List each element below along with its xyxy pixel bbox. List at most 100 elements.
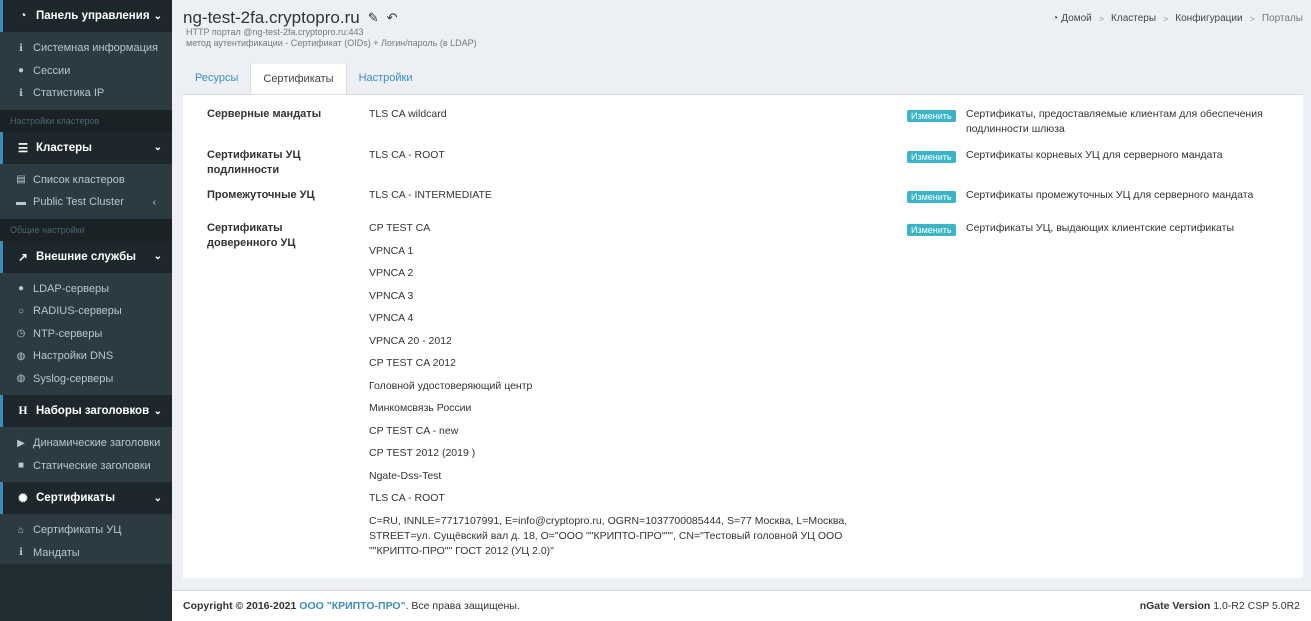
circle-notch-icon: ○ — [17, 305, 25, 317]
info-icon: ℹ — [19, 547, 23, 559]
row-description: Сертификаты УЦ, выдающих клиентские серт… — [966, 222, 1234, 234]
sidebar-item-system-info[interactable]: ℹ Системная информация — [0, 37, 172, 60]
subtitle-auth-method: метод аутентификации - Сертификат (OIDs)… — [186, 38, 477, 48]
certificate-value: TLS CA wildcard — [369, 108, 447, 120]
external-link-icon: ↗ — [18, 251, 28, 264]
sidebar-item-mandates[interactable]: ℹ Мандаты — [0, 541, 172, 564]
chevron-down-icon: ⌄ — [153, 405, 162, 417]
server-icon: ▬ — [16, 196, 26, 208]
certificate-value: VPNCA 4 — [369, 312, 414, 324]
row-description: Сертификаты, предоставляемые клиентам дл… — [966, 108, 1263, 135]
list-icon: ▤ — [16, 174, 26, 186]
row-label: Сертификаты доверенного УЦ — [207, 222, 296, 249]
chevron-down-icon: ⌄ — [153, 251, 162, 262]
footer-version: nGate Version 1.0-R2 CSP 5.0R2 — [1140, 600, 1300, 612]
sidebar-item-label: Syslog-серверы — [33, 372, 114, 385]
row-description: Сертификаты корневых УЦ для серверного м… — [966, 149, 1223, 161]
stop-icon: ■ — [17, 460, 25, 472]
certificate-value: VPNCA 2 — [369, 267, 414, 279]
sidebar-item-label: LDAP-серверы — [33, 282, 109, 295]
sidebar-group-label: Кластеры — [36, 141, 92, 154]
edit-button[interactable]: Изменить — [907, 151, 956, 163]
certificate-icon: ✺ — [18, 493, 28, 505]
user-icon: ● — [17, 65, 25, 77]
sidebar-group-certificates[interactable]: ✺ Сертификаты ⌄ — [0, 482, 172, 514]
info-icon: ℹ — [19, 42, 23, 54]
tab-certificates[interactable]: Сертификаты — [250, 62, 347, 94]
copyright-text: Copyright © 2016-2021 — [183, 600, 297, 612]
sidebar-item-ca-certificates[interactable]: ⌂ Сертификаты УЦ — [0, 519, 172, 542]
row-value: CP TEST CA VPNCA 1 VPNCA 2 VPNCA 3 VPNCA… — [369, 221, 859, 559]
breadcrumb-separator: > — [1249, 13, 1255, 24]
sidebar-item-ldap[interactable]: ● LDAP-серверы — [0, 277, 172, 300]
row-value: TLS CA - INTERMEDIATE — [369, 188, 859, 203]
edit-button[interactable]: Изменить — [907, 110, 956, 122]
row-label: Серверные мандаты — [207, 108, 322, 120]
sidebar-group-label: Панель управления — [36, 10, 150, 22]
sidebar-group-dashboard[interactable]: ◔ Панель управления ⌄ — [0, 0, 172, 32]
row-label: Сертификаты УЦ подлинности — [207, 149, 301, 176]
breadcrumb: ◔ Домой > Кластеры > Конфигурации > Порт… — [1052, 13, 1303, 24]
dashboard-icon: ◔ — [19, 10, 27, 22]
sidebar-item-label: Сертификаты УЦ — [33, 524, 122, 537]
pencil-icon[interactable]: ✎ — [368, 10, 379, 26]
sidebar-item-label: Мандаты — [33, 546, 80, 559]
sidebar-item-radius[interactable]: ○ RADIUS-серверы — [0, 300, 172, 323]
certificate-value: TLS CA - ROOT — [369, 492, 445, 504]
edit-button[interactable]: Изменить — [907, 191, 956, 203]
certificate-value: TLS CA - INTERMEDIATE — [369, 189, 492, 201]
breadcrumb-separator: > — [1098, 13, 1105, 24]
sidebar-item-syslog[interactable]: ◍ Syslog-серверы — [0, 367, 172, 390]
main-content: ng-test-2fa.cryptopro.ru ✎ ↶ HTTP портал… — [172, 0, 1311, 590]
globe-icon: ◍ — [16, 350, 26, 362]
sidebar-item-label: Сессии — [33, 64, 71, 77]
sidebar-item-label: Настройки DNS — [33, 350, 114, 363]
tab-settings[interactable]: Настройки — [347, 62, 425, 94]
sidebar-item-cluster-list[interactable]: ▤ Список кластеров — [0, 168, 172, 191]
sidebar-item-sessions[interactable]: ● Сессии — [0, 59, 172, 82]
certificate-value: Ngate-Dss-Test — [369, 469, 442, 482]
tab-resources[interactable]: Ресурсы — [183, 62, 250, 94]
sidebar-group-header-sets[interactable]: H Наборы заголовков ⌄ — [0, 395, 172, 427]
sidebar: ◔ Панель управления ⌄ ℹ Системная информ… — [0, 0, 172, 621]
sidebar-item-label: Статические заголовки — [33, 459, 151, 472]
breadcrumb-configurations[interactable]: Конфигурации — [1175, 13, 1242, 24]
sidebar-item-dns[interactable]: ◍ Настройки DNS — [0, 345, 172, 368]
certificate-value: Головной удостоверяющий центр — [369, 379, 533, 392]
sidebar-section-header: Общие настройки — [0, 218, 172, 241]
edit-button[interactable]: Изменить — [907, 224, 956, 236]
sidebar-item-ntp[interactable]: ◷ NTP-серверы — [0, 322, 172, 345]
globe-icon: ◍ — [16, 373, 26, 385]
header-icon: H — [18, 405, 28, 417]
subtitle-portal: HTTP портал @ng-test-2fa.cryptopro.ru:44… — [186, 27, 364, 37]
row-value: TLS CA wildcard — [369, 107, 859, 122]
info-icon: ℹ — [19, 87, 23, 99]
sidebar-item-label: Статистика IP — [33, 87, 105, 100]
sidebar-item-ip-stats[interactable]: ℹ Статистика IP — [0, 82, 172, 105]
certificate-value: TLS CA - ROOT — [369, 149, 445, 161]
breadcrumb-clusters[interactable]: Кластеры — [1111, 13, 1156, 24]
sidebar-item-static-headers[interactable]: ■ Статические заголовки — [0, 454, 172, 477]
sidebar-item-label: Public Test Cluster — [33, 196, 124, 209]
undo-icon[interactable]: ↶ — [387, 10, 398, 26]
clock-icon: ◷ — [16, 328, 26, 340]
sidebar-item-public-test-cluster[interactable]: ▬ Public Test Cluster ‹ — [0, 191, 172, 214]
database-icon: ☰ — [17, 142, 29, 155]
certificates-panel: Серверные мандаты TLS CA wildcard Измени… — [183, 94, 1303, 578]
sidebar-group-label: Сертификаты — [36, 492, 116, 504]
sidebar-group-external-services[interactable]: ↗ Внешние службы ⌄ — [0, 240, 172, 273]
row-label: Промежуточные УЦ — [207, 189, 315, 201]
version-label: nGate Version — [1139, 600, 1211, 612]
breadcrumb-separator: > — [1163, 13, 1169, 24]
certificate-value: Минкомсвязь России — [369, 402, 472, 414]
sidebar-group-clusters[interactable]: ☰ Кластеры ⌄ — [0, 131, 172, 164]
breadcrumb-home[interactable]: Домой — [1061, 13, 1091, 24]
rights-text: . Все права защищены. — [405, 600, 520, 612]
sidebar-item-label: Список кластеров — [33, 173, 125, 186]
users-icon: ● — [17, 283, 25, 295]
certificate-value: C=RU, INNLE=7717107991, E=info@cryptopro… — [369, 514, 848, 557]
sidebar-group-label: Наборы заголовков — [36, 405, 150, 417]
company-link[interactable]: ООО "КРИПТО-ПРО" — [299, 600, 405, 612]
sidebar-item-dynamic-headers[interactable]: ▶ Динамические заголовки — [0, 432, 172, 455]
dashboard-icon: ◔ — [1052, 13, 1059, 24]
